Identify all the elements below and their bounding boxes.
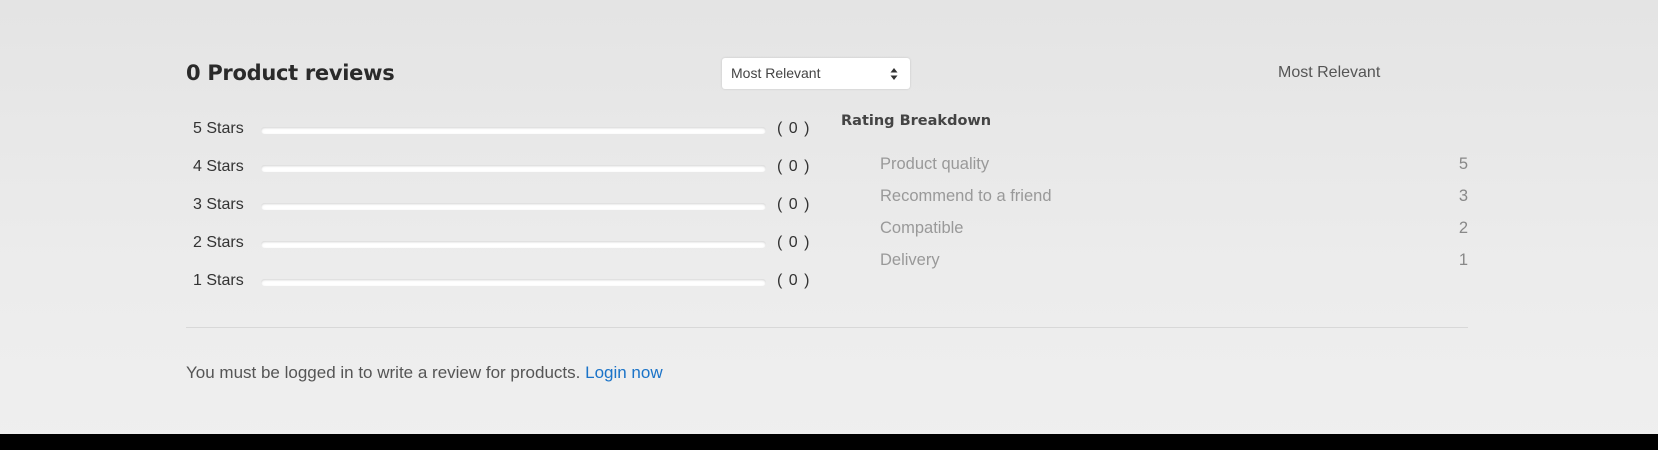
sort-arrows-icon [890, 68, 898, 80]
breakdown-item-name: Product quality [880, 155, 990, 173]
rating-bar-row-2: 2 Stars ( 0 ) [186, 226, 816, 264]
rating-bar-track [261, 203, 766, 210]
rating-bar-label: 4 Stars [193, 158, 244, 175]
breakdown-item-value: 5 [1458, 155, 1468, 173]
rating-bar-count: ( 0 ) [777, 234, 811, 251]
rating-bar-count: ( 0 ) [777, 272, 811, 289]
breakdown-item-value: 3 [1458, 187, 1468, 205]
reviews-title: 0 Product reviews [186, 61, 395, 85]
rating-bar-row-4: 4 Stars ( 0 ) [186, 150, 816, 188]
rating-bar-track [261, 165, 766, 172]
breakdown-item: Recommend to a friend 3 [880, 187, 1468, 219]
login-prompt: You must be logged in to write a review … [186, 363, 663, 383]
rating-bar-count: ( 0 ) [777, 120, 811, 137]
rating-bar-track [261, 127, 766, 134]
rating-bar-label: 5 Stars [193, 120, 244, 137]
sort-select[interactable]: Most Relevant [722, 58, 910, 89]
rating-breakdown: Rating Breakdown Product quality 5 Recom… [841, 113, 1468, 269]
breakdown-item-value: 2 [1458, 219, 1468, 237]
sort-selected-value: Most Relevant [731, 65, 821, 81]
rating-bar-row-3: 3 Stars ( 0 ) [186, 188, 816, 226]
breakdown-item: Delivery 1 [880, 251, 1468, 283]
footer-bar [0, 434, 1658, 450]
breakdown-item-name: Compatible [880, 219, 964, 237]
rating-breakdown-title: Rating Breakdown [841, 113, 992, 129]
reviews-header: 0 Product reviews Most Relevant Most Rel… [186, 55, 1468, 95]
rating-bar-track [261, 279, 766, 286]
breakdown-item: Product quality 5 [880, 155, 1468, 187]
sort-label-right: Most Relevant [1278, 64, 1381, 81]
breakdown-item: Compatible 2 [880, 219, 1468, 251]
rating-bar-label: 1 Stars [193, 272, 244, 289]
rating-bar-track [261, 241, 766, 248]
rating-bar-row-1: 1 Stars ( 0 ) [186, 264, 816, 302]
section-divider [186, 327, 1468, 328]
breakdown-item-name: Recommend to a friend [880, 187, 1052, 205]
breakdown-item-value: 1 [1458, 251, 1468, 269]
rating-bar-row-5: 5 Stars ( 0 ) [186, 112, 816, 150]
rating-bar-count: ( 0 ) [777, 196, 811, 213]
rating-breakdown-list: Product quality 5 Recommend to a friend … [880, 155, 1468, 283]
login-now-link[interactable]: Login now [585, 363, 663, 382]
rating-bar-label: 3 Stars [193, 196, 244, 213]
rating-bar-count: ( 0 ) [777, 158, 811, 175]
breakdown-item-name: Delivery [880, 251, 940, 269]
rating-bar-label: 2 Stars [193, 234, 244, 251]
login-prompt-text: You must be logged in to write a review … [186, 363, 581, 382]
rating-bars: 5 Stars ( 0 ) 4 Stars ( 0 ) 3 Stars ( 0 … [186, 112, 816, 302]
